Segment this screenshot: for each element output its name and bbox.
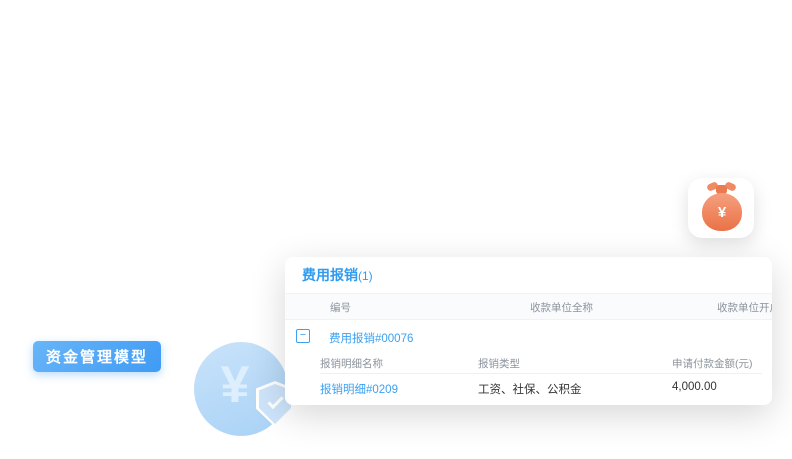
divider: [320, 373, 762, 374]
popup-col-detail-type: 报销类型: [478, 356, 520, 371]
popup-detail-amount: 4,000.00: [672, 381, 717, 393]
popup-expense-link[interactable]: 费用报销#00076: [329, 330, 413, 346]
expense-popup: 费用报销(1) 编号 收款单位全称 收款单位开户行 − 费用报销#00076 报…: [285, 257, 772, 405]
popup-col-detail-amount: 申请付款金额(元): [672, 356, 753, 371]
popup-table-header: [285, 293, 772, 320]
popup-col-id: 编号: [330, 300, 351, 315]
screen: ➤ 工商银行 项目资金账户 ☆ ⤢ 返回 编辑 子项目 19楼西投创智中心办公室…: [0, 0, 792, 459]
popup-col-bank: 收款单位开户行: [717, 300, 772, 315]
money-bag-icon[interactable]: ¥: [688, 178, 754, 238]
model-badge: 资金管理模型: [33, 341, 161, 372]
popup-col-payee: 收款单位全称: [530, 300, 593, 315]
popup-col-detail-name: 报销明细名称: [320, 356, 383, 371]
popup-detail-link[interactable]: 报销明细#0209: [320, 381, 398, 397]
popup-detail-type: 工资、社保、公积金: [478, 381, 582, 397]
popup-title: 费用报销(1): [302, 265, 373, 285]
popup-collapse-icon[interactable]: −: [296, 329, 310, 343]
